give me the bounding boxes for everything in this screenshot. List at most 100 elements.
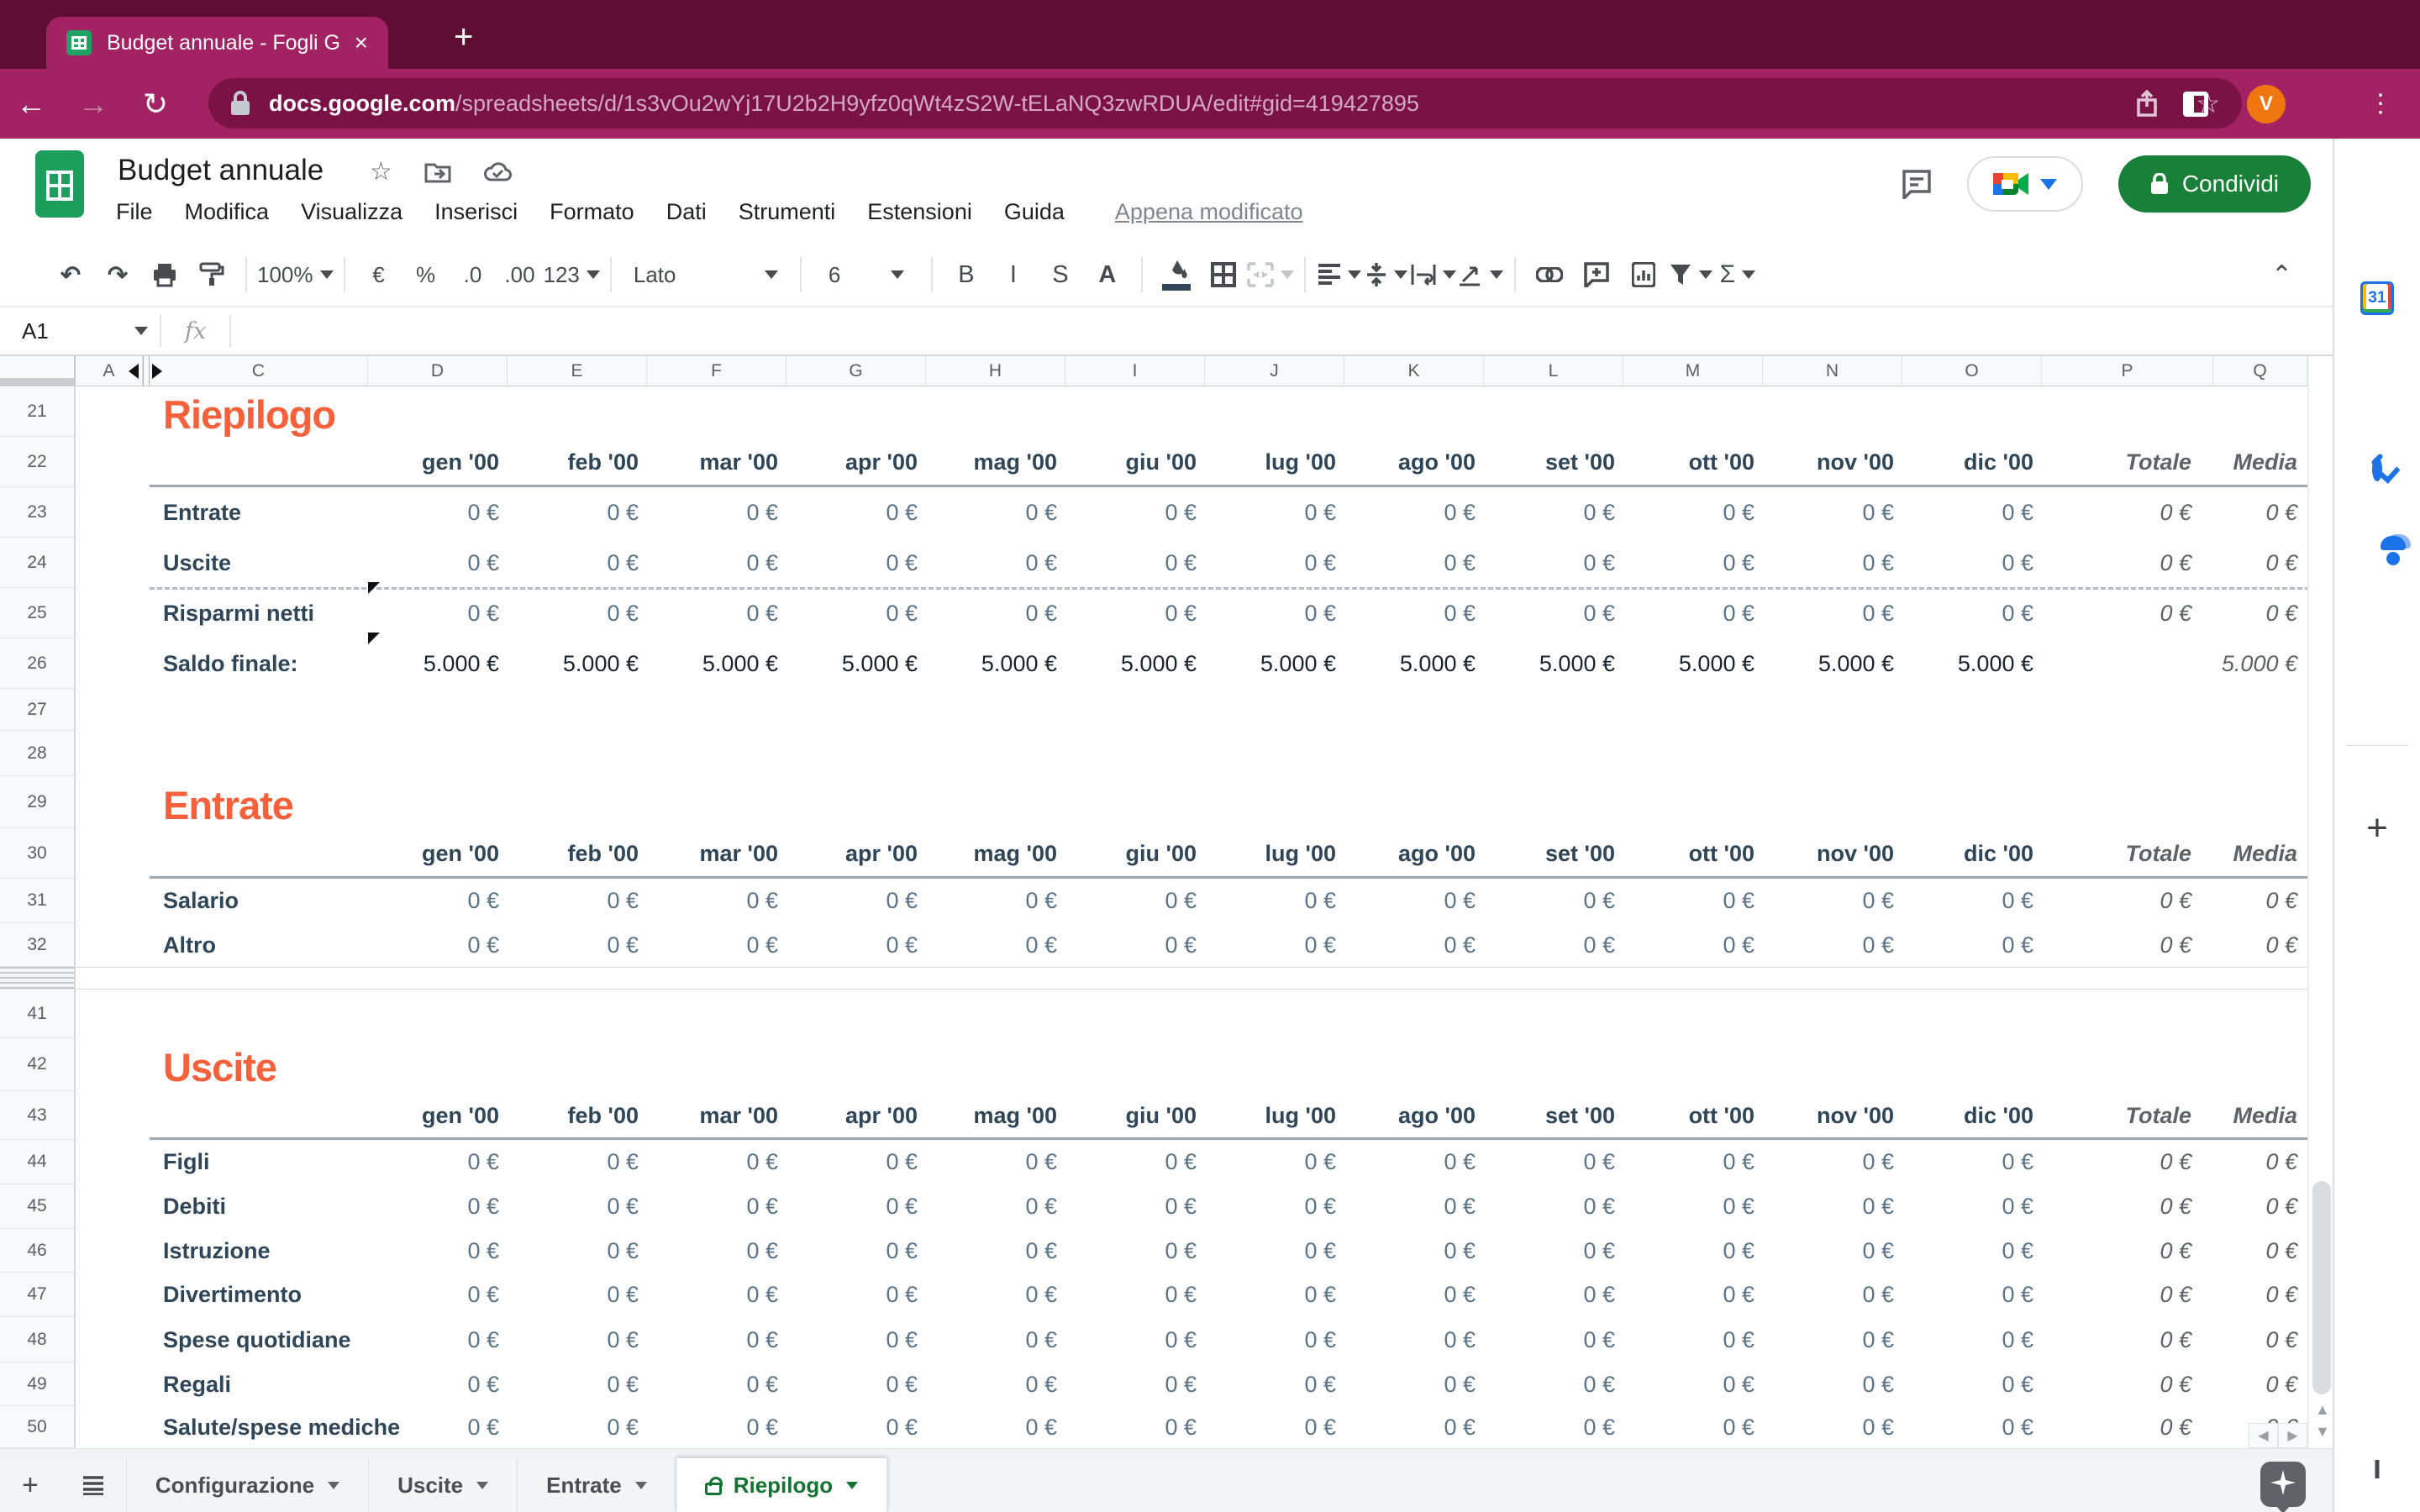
month-value[interactable]: 0 €	[368, 588, 508, 638]
month-value[interactable]: 0 €	[368, 879, 508, 923]
print-icon[interactable]	[141, 251, 188, 298]
row-header-42[interactable]: 42	[0, 1038, 76, 1091]
menu-visualizza[interactable]: Visualizza	[301, 199, 402, 225]
media-header[interactable]: Media	[2213, 828, 2307, 879]
month-header[interactable]: lug '00	[1205, 1091, 1344, 1140]
month-value[interactable]: 0 €	[1763, 1273, 1902, 1317]
cell-C28[interactable]	[150, 731, 368, 776]
month-value[interactable]: 0 €	[1484, 588, 1623, 638]
month-value[interactable]: 0 €	[1205, 879, 1344, 923]
media-value[interactable]: 0 €	[2213, 1273, 2307, 1317]
row-header-41[interactable]: 41	[0, 990, 76, 1038]
strikethrough-button[interactable]: S	[1037, 251, 1084, 298]
cell-A28[interactable]	[76, 731, 143, 776]
month-value[interactable]: 0 €	[1763, 1406, 1902, 1448]
totale-value[interactable]: 0 €	[2042, 1406, 2213, 1448]
cell-A42[interactable]	[76, 1038, 143, 1091]
totale-value[interactable]: 0 €	[2042, 1273, 2213, 1317]
month-header[interactable]: mag '00	[926, 437, 1065, 487]
month-header[interactable]: ago '00	[1344, 828, 1484, 879]
functions-button[interactable]: Σ	[1714, 251, 1761, 298]
collapse-toolbar-icon[interactable]: ⌃	[2271, 260, 2292, 290]
decrease-decimals-button[interactable]: .0	[450, 251, 497, 298]
cell-A48[interactable]	[76, 1317, 143, 1362]
cell-C21[interactable]: Riepilogo	[150, 386, 368, 437]
month-header[interactable]: lug '00	[1205, 828, 1344, 879]
cell-C41[interactable]	[150, 990, 368, 1038]
month-value[interactable]: 0 €	[1205, 1406, 1344, 1448]
sheets-logo-icon[interactable]	[35, 150, 84, 218]
month-value[interactable]: 5.000 €	[1902, 638, 2042, 689]
column-header-J[interactable]: J	[1205, 356, 1344, 386]
text-wrap-button[interactable]	[1410, 251, 1457, 298]
sheet-tab-caret-icon[interactable]	[476, 1482, 488, 1489]
month-header[interactable]: nov '00	[1763, 1091, 1902, 1140]
month-value[interactable]: 0 €	[1763, 588, 1902, 638]
menu-strumenti[interactable]: Strumenti	[739, 199, 836, 225]
month-value[interactable]: 0 €	[1902, 1362, 2042, 1406]
month-value[interactable]: 0 €	[368, 487, 508, 538]
cell-A21[interactable]	[76, 386, 143, 437]
row-header-48[interactable]: 48	[0, 1317, 76, 1362]
month-header[interactable]: mag '00	[926, 1091, 1065, 1140]
month-header[interactable]: feb '00	[508, 828, 647, 879]
cell-C24[interactable]: Uscite	[150, 538, 368, 588]
media-value[interactable]: 0 €	[2213, 1140, 2307, 1184]
month-value[interactable]: 0 €	[1763, 1362, 1902, 1406]
month-value[interactable]: 0 €	[1763, 1229, 1902, 1273]
month-value[interactable]: 0 €	[1205, 923, 1344, 967]
menu-dati[interactable]: Dati	[666, 199, 707, 225]
month-value[interactable]: 0 €	[1902, 1140, 2042, 1184]
month-value[interactable]: 0 €	[1205, 487, 1344, 538]
menu-formato[interactable]: Formato	[550, 199, 634, 225]
cell-C26[interactable]: Saldo finale:	[150, 638, 368, 689]
month-value[interactable]: 0 €	[1344, 487, 1484, 538]
month-value[interactable]: 0 €	[926, 1140, 1065, 1184]
month-value[interactable]: 0 €	[1484, 923, 1623, 967]
cell-C47[interactable]: Divertimento	[150, 1273, 368, 1317]
month-value[interactable]: 0 €	[1344, 1406, 1484, 1448]
month-header[interactable]: gen '00	[368, 828, 508, 879]
month-value[interactable]: 0 €	[1065, 487, 1205, 538]
month-value[interactable]: 0 €	[1484, 879, 1623, 923]
media-value[interactable]: 0 €	[2213, 879, 2307, 923]
cell-A47[interactable]	[76, 1273, 143, 1317]
totale-value[interactable]: 0 €	[2042, 1362, 2213, 1406]
month-header[interactable]: set '00	[1484, 1091, 1623, 1140]
redo-icon[interactable]: ↷	[94, 251, 141, 298]
month-value[interactable]: 0 €	[1065, 1317, 1205, 1362]
month-value[interactable]: 0 €	[647, 1406, 786, 1448]
totale-value[interactable]: 0 €	[2042, 538, 2213, 588]
media-value[interactable]: 0 €	[2213, 538, 2307, 588]
month-value[interactable]: 0 €	[1344, 1229, 1484, 1273]
media-value[interactable]: 0 €	[2213, 923, 2307, 967]
month-value[interactable]: 0 €	[1763, 923, 1902, 967]
month-value[interactable]: 0 €	[368, 923, 508, 967]
hidden-column-left-icon[interactable]	[129, 364, 139, 379]
cell-C45[interactable]: Debiti	[150, 1184, 368, 1229]
sheet-tab-entrate[interactable]: Entrate	[518, 1458, 676, 1512]
month-value[interactable]: 0 €	[926, 1229, 1065, 1273]
month-value[interactable]: 0 €	[1065, 1184, 1205, 1229]
comments-icon[interactable]	[1902, 169, 1932, 199]
month-value[interactable]: 0 €	[786, 538, 926, 588]
totale-header[interactable]: Totale	[2042, 1091, 2213, 1140]
column-header-P[interactable]: P	[2042, 356, 2213, 386]
month-value[interactable]: 0 €	[1484, 487, 1623, 538]
month-header[interactable]: feb '00	[508, 437, 647, 487]
month-value[interactable]: 0 €	[1623, 1362, 1763, 1406]
month-value[interactable]: 0 €	[786, 1140, 926, 1184]
all-sheets-icon[interactable]	[60, 1458, 126, 1512]
month-value[interactable]: 0 €	[647, 487, 786, 538]
month-value[interactable]: 0 €	[1623, 1140, 1763, 1184]
menu-estensioni[interactable]: Estensioni	[867, 199, 972, 225]
cell-A49[interactable]	[76, 1362, 143, 1406]
month-value[interactable]: 0 €	[926, 1317, 1065, 1362]
month-header[interactable]: apr '00	[786, 437, 926, 487]
month-value[interactable]: 0 €	[647, 1317, 786, 1362]
cell-A23[interactable]	[76, 487, 143, 538]
row-header-43[interactable]: 43	[0, 1091, 76, 1140]
font-select[interactable]: Lato	[622, 251, 790, 298]
horizontal-align-button[interactable]	[1316, 251, 1363, 298]
row-header-46[interactable]: 46	[0, 1229, 76, 1273]
